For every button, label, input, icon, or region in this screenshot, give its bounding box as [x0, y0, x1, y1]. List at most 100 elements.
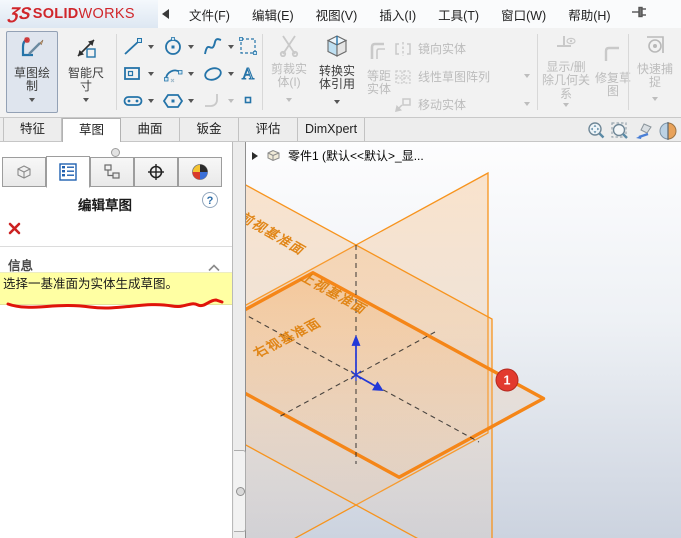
point-tool[interactable]	[240, 92, 256, 108]
displaymanager-tab[interactable]	[178, 157, 222, 187]
convert-caret[interactable]	[334, 99, 340, 104]
sketch-icon	[19, 35, 45, 65]
logo-text-light: WORKS	[78, 6, 135, 22]
polygon-caret[interactable]	[188, 99, 194, 103]
line-tool[interactable]	[122, 36, 154, 58]
target-icon	[148, 164, 164, 180]
arc-icon	[164, 69, 183, 83]
trim-entities-label: 剪裁实体(I)	[270, 61, 307, 89]
panel-divider	[0, 246, 232, 247]
menu-bar: ƷS SOLID WORKS 文件(F) 编辑(E) 视图(V) 插入(I) 工具…	[0, 0, 681, 29]
circle-tool[interactable]	[162, 36, 194, 58]
menu-item-file[interactable]: 文件(F)	[178, 5, 241, 24]
convert-entities-button[interactable]: 转换实体引用	[312, 33, 362, 104]
menu-collapse-arrow-icon[interactable]	[162, 9, 169, 19]
mirror-entities-button[interactable]: 镜向实体	[394, 40, 466, 57]
tab-sketch[interactable]: 草图	[62, 118, 121, 142]
fillet-icon	[205, 94, 218, 107]
featuremanager-tree-tab[interactable]	[2, 157, 46, 187]
move-entities-label: 移动实体	[418, 98, 467, 112]
offset-entities-button[interactable]: 等距实体	[363, 40, 395, 97]
ellipse-tool[interactable]	[202, 63, 234, 85]
tab-evaluate[interactable]: 评估	[239, 118, 298, 141]
flyout-feature-tree[interactable]: 零件1 (默认<<默认>_显...	[252, 147, 424, 164]
splitter-grab-handle[interactable]	[234, 450, 246, 532]
sketch-dropdown-caret[interactable]	[29, 97, 35, 102]
dashed-rectangle-icon	[239, 37, 257, 55]
splitter-collapse-dot[interactable]	[236, 487, 245, 496]
quick-snaps-button[interactable]: 快速捕捉	[632, 33, 678, 101]
linear-pattern-caret[interactable]	[524, 74, 530, 78]
sketch-text-tool[interactable]: A	[238, 63, 258, 83]
tree-expand-arrow-icon[interactable]	[252, 151, 258, 160]
trim-entities-button[interactable]: 剪裁实体(I)	[266, 33, 312, 102]
tab-surfaces[interactable]: 曲面	[121, 118, 180, 141]
menu-item-view[interactable]: 视图(V)	[305, 5, 369, 24]
fillet-tool[interactable]	[202, 90, 234, 112]
menu-item-edit[interactable]: 编辑(E)	[241, 5, 305, 24]
linear-pattern-button[interactable]: 线性草图阵列	[394, 68, 490, 85]
display-delete-relations-icon	[554, 33, 578, 59]
svg-text:A: A	[242, 64, 255, 83]
linear-pattern-label: 线性草图阵列	[418, 70, 491, 84]
propertymanager-tab[interactable]	[46, 156, 90, 188]
3d-scene: 1	[246, 171, 546, 538]
panel-splitter[interactable]	[233, 142, 246, 538]
configurationmanager-tab[interactable]	[90, 157, 134, 187]
line-caret[interactable]	[148, 45, 154, 49]
fillet-caret[interactable]	[228, 99, 234, 103]
panel-splitter-dot[interactable]	[111, 148, 120, 157]
smart-dimension-caret[interactable]	[83, 97, 89, 102]
tab-features[interactable]: 特征	[3, 118, 62, 141]
move-entities-button[interactable]: 移动实体	[394, 96, 466, 113]
quick-snaps-caret[interactable]	[652, 96, 658, 101]
ribbon-separator	[116, 34, 117, 110]
instant2d-tool[interactable]	[238, 36, 258, 56]
help-icon[interactable]: ?	[202, 192, 218, 208]
previous-view-icon[interactable]	[634, 121, 654, 141]
smart-dimension-button[interactable]: 智能尺寸	[60, 32, 112, 112]
menu-item-insert[interactable]: 插入(I)	[368, 5, 427, 24]
tab-dimxpert[interactable]: DimXpert	[298, 118, 365, 141]
rectangle-caret[interactable]	[148, 72, 154, 76]
menu-item-window[interactable]: 窗口(W)	[490, 5, 557, 24]
cancel-icon[interactable]	[8, 222, 21, 235]
zoom-fit-icon[interactable]	[586, 121, 606, 141]
circle-caret[interactable]	[188, 45, 194, 49]
display-delete-caret[interactable]	[563, 103, 569, 107]
sketch-button[interactable]: 草图绘制	[6, 31, 58, 113]
rectangle-tool[interactable]	[122, 63, 154, 85]
slot-caret[interactable]	[148, 99, 154, 103]
appearance-sphere-icon	[192, 164, 208, 180]
polygon-tool[interactable]	[162, 90, 194, 112]
part-icon	[267, 149, 280, 162]
menu-item-tools[interactable]: 工具(T)	[427, 5, 490, 24]
mirror-entities-label: 镜向实体	[418, 42, 467, 56]
balloon-1[interactable]: 1	[495, 368, 519, 392]
spline-icon	[204, 38, 222, 55]
trim-entities-icon	[277, 33, 301, 61]
tab-sheet-metal[interactable]: 钣金	[180, 118, 239, 141]
ellipse-caret[interactable]	[228, 72, 234, 76]
slot-tool[interactable]	[122, 90, 154, 112]
move-entities-caret[interactable]	[524, 102, 530, 106]
arc-caret[interactable]	[188, 72, 194, 76]
ribbon-separator	[628, 34, 629, 110]
convert-entities-label: 转换实体引用	[318, 63, 355, 91]
pin-menu-icon[interactable]	[622, 5, 657, 23]
spline-caret[interactable]	[228, 45, 234, 49]
red-underline-annotation	[0, 294, 232, 325]
display-delete-relations-button[interactable]: 显示/删除几何关系	[541, 33, 591, 107]
spline-tool[interactable]	[202, 36, 234, 58]
dimxpertmanager-tab[interactable]	[134, 157, 178, 187]
ribbon-separator	[537, 34, 538, 110]
convert-entities-icon	[324, 33, 350, 63]
part-tree-icon	[17, 165, 31, 179]
arc-tool[interactable]	[162, 63, 194, 85]
command-manager-ribbon: 草图绘制 智能尺寸 A 剪裁实体(I) 转换实体引用 等距实体 镜向实体 线性草…	[0, 28, 681, 118]
trim-caret[interactable]	[286, 97, 292, 102]
zoom-area-icon[interactable]	[610, 121, 630, 141]
menu-item-help[interactable]: 帮助(H)	[557, 5, 621, 24]
graphics-area[interactable]: 1 前视基准面 上视基准面 右视基准面 零件1 (默认<<默认>_显...	[246, 142, 681, 538]
section-view-icon[interactable]	[658, 121, 678, 141]
